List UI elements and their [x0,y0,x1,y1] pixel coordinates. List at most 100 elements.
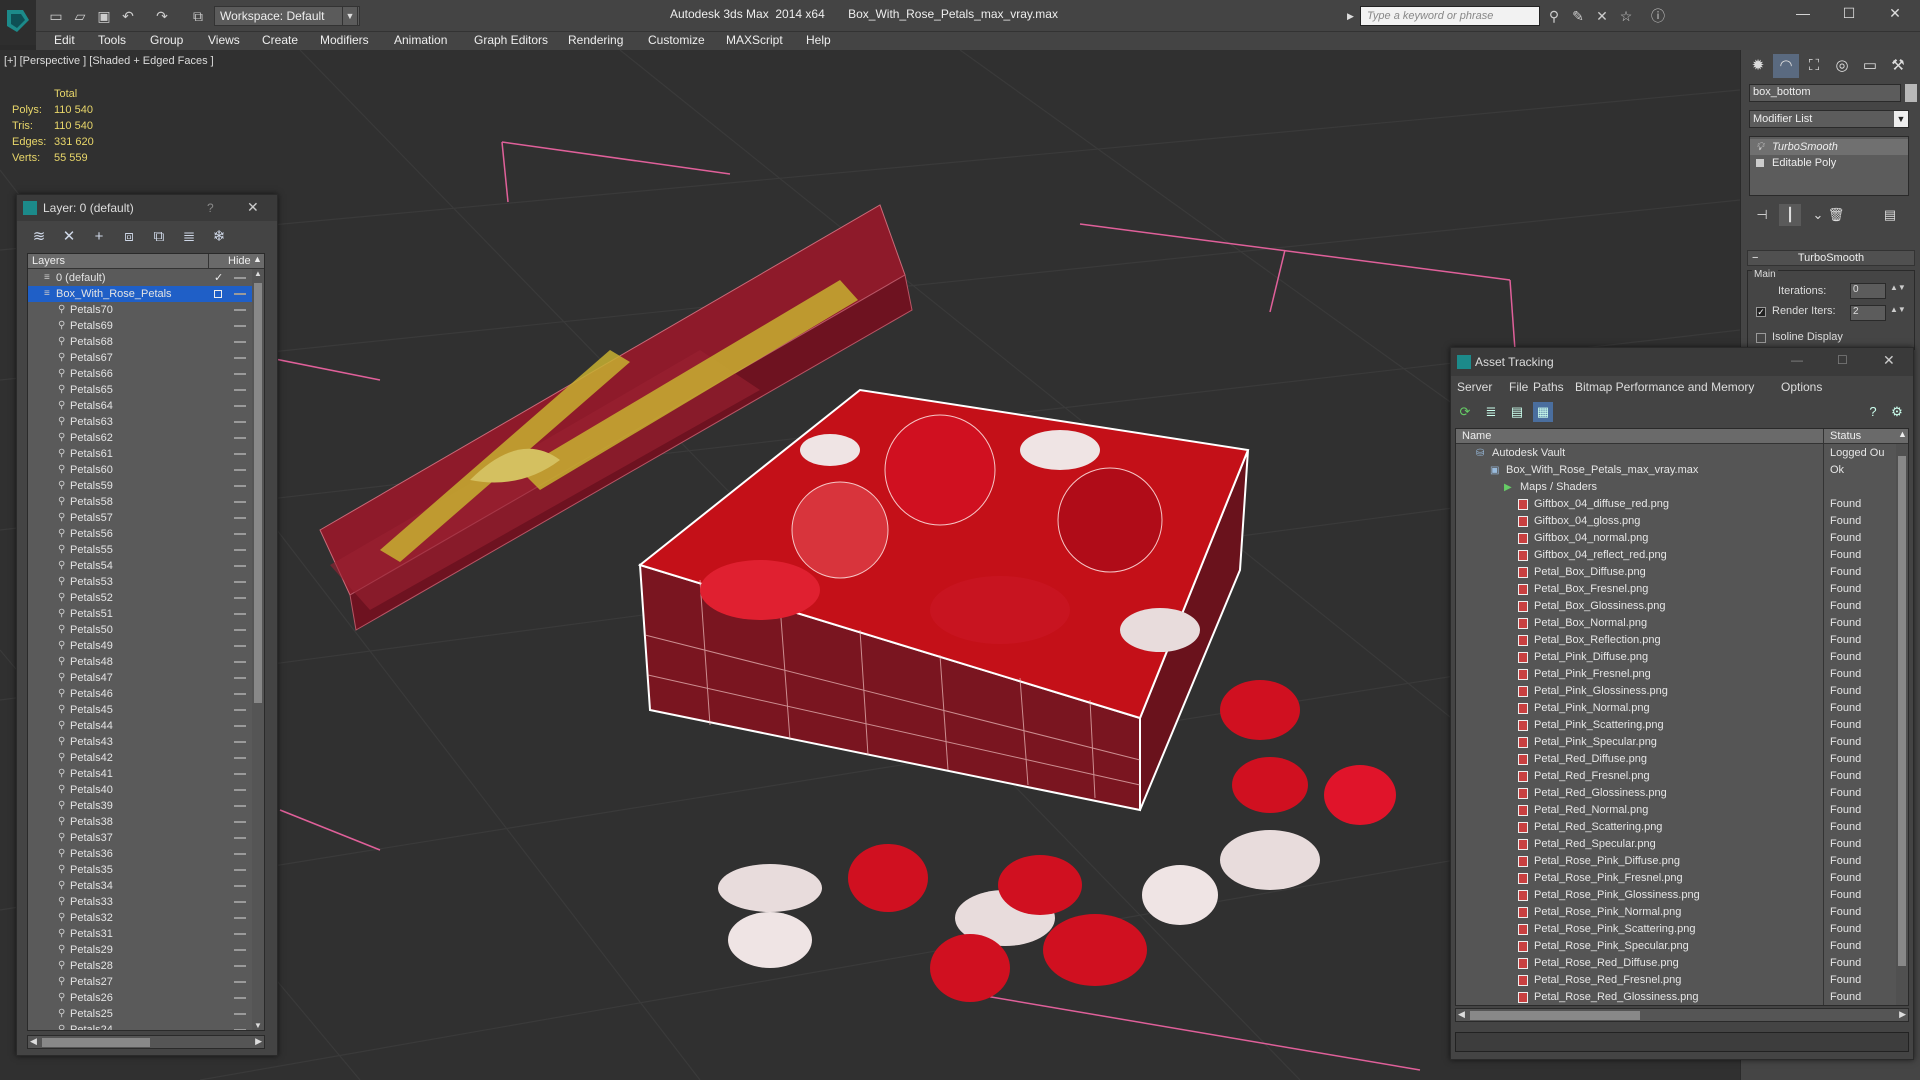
hide-toggle[interactable] [234,725,246,727]
asset-row[interactable]: Petal_Red_Normal.png Found [1456,802,1896,819]
current-layer-check-icon[interactable]: ✓ [214,270,223,286]
asset-row[interactable]: Petal_Pink_Diffuse.png Found [1456,649,1896,666]
caret-right-icon[interactable]: ▶ [1347,6,1359,26]
menu-group[interactable]: Group [150,33,183,47]
object-name-field[interactable]: box_bottom [1749,84,1901,102]
layer-row[interactable]: ⚲ Petals58 [28,494,264,510]
search-input[interactable]: Type a keyword or phrase [1360,6,1540,26]
asset-row[interactable]: Petal_Red_Scattering.png Found [1456,819,1896,836]
menu-graph-editors[interactable]: Graph Editors [474,33,548,47]
layer-row[interactable]: ⚲ Petals56 [28,526,264,542]
asset-row[interactable]: Giftbox_04_gloss.png Found [1456,513,1896,530]
workspace-dropdown[interactable]: Workspace: Default [214,6,360,26]
communication-center-icon[interactable]: ✕ [1594,8,1610,24]
close-icon[interactable]: ✕ [247,199,259,216]
highlight-layer-icon[interactable]: ⧉ [149,227,169,247]
hide-toggle[interactable] [234,293,246,295]
layer-row[interactable]: ⚲ Petals55 [28,542,264,558]
asset-row[interactable]: Petal_Red_Specular.png Found [1456,836,1896,853]
close-icon[interactable]: ✕ [1883,352,1895,369]
scroll-thumb[interactable] [1470,1011,1640,1020]
layer-row[interactable]: ≡ 0 (default) ✓ [28,270,264,286]
hide-toggle[interactable] [234,469,246,471]
layer-row[interactable]: ⚲ Petals43 [28,734,264,750]
sort-up-icon[interactable]: ▲ [253,254,262,264]
current-layer-toggle-icon[interactable] [214,290,222,298]
layer-row[interactable]: ⚲ Petals41 [28,766,264,782]
hide-toggle[interactable] [234,597,246,599]
sort-up-icon[interactable]: ▲ [1898,429,1907,439]
asset-row[interactable]: Petal_Rose_Pink_Glossiness.png Found [1456,887,1896,904]
render-iters-checkbox[interactable]: ✓ [1756,307,1766,317]
stack-item-turbosmooth[interactable]: 💡︎ TurboSmooth [1750,139,1908,155]
layer-row[interactable]: ⚲ Petals47 [28,670,264,686]
maximize-icon[interactable]: ☐ [1837,353,1848,367]
layer-row[interactable]: ⚲ Petals65 [28,382,264,398]
scroll-down-icon[interactable]: ▼ [254,1021,262,1030]
pin-stack-icon[interactable]: ⊣ [1751,204,1773,226]
scroll-left-icon[interactable]: ◀ [30,1036,37,1047]
asset-path-field[interactable] [1455,1032,1909,1052]
asset-row[interactable]: Petal_Box_Normal.png Found [1456,615,1896,632]
layer-row[interactable]: ⚲ Petals54 [28,558,264,574]
layer-row[interactable]: ⚲ Petals34 [28,878,264,894]
hide-toggle[interactable] [234,773,246,775]
create-tab-icon[interactable]: ✹ [1745,54,1771,78]
hide-toggle[interactable] [234,709,246,711]
undo-icon[interactable]: ↶ [120,8,136,24]
layer-row[interactable]: ⚲ Petals25 [28,1006,264,1022]
hide-toggle[interactable] [234,341,246,343]
motion-tab-icon[interactable]: ◎ [1829,54,1855,78]
hide-toggle[interactable] [234,917,246,919]
app-menu-button[interactable] [0,0,36,45]
hide-toggle[interactable] [234,517,246,519]
table-view-icon[interactable]: ▦ [1533,402,1553,422]
subscription-icon[interactable]: ✎ [1570,8,1586,24]
help-icon[interactable]: ? [1863,402,1883,422]
layer-row[interactable]: ⚲ Petals57 [28,510,264,526]
col-layers[interactable]: Layers [32,255,65,267]
hide-toggle[interactable] [234,949,246,951]
asset-row[interactable]: Petal_Box_Reflection.png Found [1456,632,1896,649]
menu-tools[interactable]: Tools [98,33,126,47]
menu-create[interactable]: Create [262,33,298,47]
layer-row[interactable]: ⚲ Petals63 [28,414,264,430]
hide-toggle[interactable] [234,677,246,679]
thumbnail-view-icon[interactable]: ▤ [1507,402,1527,422]
hide-toggle[interactable] [234,373,246,375]
remove-modifier-icon[interactable]: 🗑︎ [1825,204,1847,226]
display-tab-icon[interactable]: ▭ [1857,54,1883,78]
layer-row[interactable]: ⚲ Petals32 [28,910,264,926]
layer-row[interactable]: ⚲ Petals51 [28,606,264,622]
hide-toggle[interactable] [234,389,246,391]
hide-toggle[interactable] [234,325,246,327]
asset-row[interactable]: Petal_Rose_Pink_Specular.png Found [1456,938,1896,955]
layer-horizontal-scrollbar[interactable]: ◀ ▶ [27,1035,265,1049]
layer-row[interactable]: ⚲ Petals36 [28,846,264,862]
asset-row[interactable]: Giftbox_04_reflect_red.png Found [1456,547,1896,564]
asset-row[interactable]: ▶ Maps / Shaders [1456,479,1896,496]
options-icon[interactable]: ⚙ [1887,402,1907,422]
asset-row[interactable]: Petal_Rose_Pink_Fresnel.png Found [1456,870,1896,887]
asset-row[interactable]: Petal_Rose_Red_Diffuse.png Found [1456,955,1896,972]
hide-toggle[interactable] [234,405,246,407]
layer-row[interactable]: ⚲ Petals50 [28,622,264,638]
layer-row[interactable]: ≡ Box_With_Rose_Petals [28,286,264,302]
hierarchy-tab-icon[interactable]: ⛶ [1801,54,1827,78]
hide-all-layers-icon[interactable]: ≣ [179,227,199,247]
add-to-layer-icon[interactable]: + [89,227,109,247]
layer-row[interactable]: ⚲ Petals70 [28,302,264,318]
lightbulb-icon[interactable]: 💡︎ [1756,139,1764,155]
layer-row[interactable]: ⚲ Petals42 [28,750,264,766]
layer-row[interactable]: ⚲ Petals60 [28,462,264,478]
layer-row[interactable]: ⚲ Petals69 [28,318,264,334]
asset-row[interactable]: Giftbox_04_normal.png Found [1456,530,1896,547]
col-name[interactable]: Name [1462,430,1491,442]
object-color-swatch[interactable] [1905,84,1917,102]
save-file-icon[interactable]: ▣ [96,8,112,24]
hide-toggle[interactable] [234,885,246,887]
maximize-button[interactable]: ☐ [1826,0,1872,28]
menu-file[interactable]: File [1509,380,1528,394]
project-folder-icon[interactable]: ⧉ [190,8,206,24]
asset-horizontal-scrollbar[interactable]: ◀ ▶ [1455,1008,1909,1022]
